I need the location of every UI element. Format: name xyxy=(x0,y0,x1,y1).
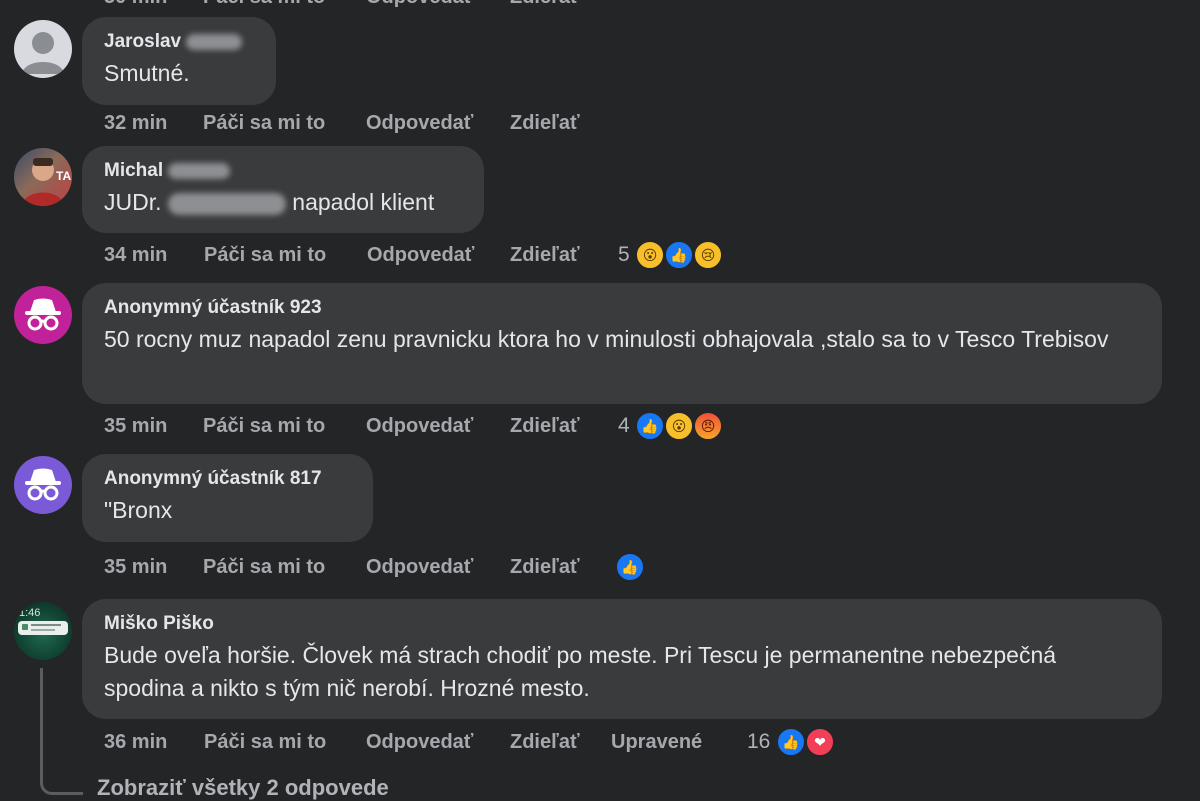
previous-share-button[interactable]: Zdieľať xyxy=(510,0,580,9)
like-reaction-icon[interactable]: 👍 xyxy=(664,240,694,270)
reaction-count[interactable]: 16 xyxy=(747,727,770,757)
avatar-time-text: 1:46 xyxy=(19,607,40,619)
reaction-count[interactable]: 5 xyxy=(618,240,630,270)
phone-screenshot-icon: 1:46 xyxy=(18,607,68,635)
like-reaction-icon[interactable]: 👍 xyxy=(615,552,645,582)
like-reaction-icon[interactable]: 👍 xyxy=(776,727,806,757)
comment-bubble: Michal JUDr. napadol klient xyxy=(82,146,484,233)
profile-photo-icon: TA xyxy=(22,158,71,206)
comment-bubble: Anonymný účastník 923 50 rocny muz napad… xyxy=(82,283,1162,404)
share-button[interactable]: Zdieľať xyxy=(510,727,580,757)
comment-text: JUDr. napadol klient xyxy=(104,186,462,219)
edited-label[interactable]: Upravené xyxy=(611,727,702,757)
redacted-surname xyxy=(186,33,243,50)
like-button[interactable]: Páči sa mi to xyxy=(204,240,326,270)
love-reaction-icon[interactable]: ❤ xyxy=(805,727,835,757)
reaction-count[interactable]: 4 xyxy=(618,411,630,441)
reply-button[interactable]: Odpovedať xyxy=(366,727,473,757)
view-all-replies-link[interactable]: Zobraziť všetky 2 odpovede xyxy=(97,775,389,801)
comment-text: 50 rocny muz napadol zenu pravnicku ktor… xyxy=(104,326,1109,352)
comment-time[interactable]: 34 min xyxy=(104,240,167,270)
svg-text:TA: TA xyxy=(56,169,71,183)
comment-time[interactable]: 35 min xyxy=(104,411,167,441)
incognito-icon xyxy=(25,298,61,331)
incognito-icon xyxy=(25,468,61,501)
comment-text: Smutné. xyxy=(104,60,190,86)
sad-reaction-icon[interactable]: 😢 xyxy=(693,240,723,270)
anonymous-avatar[interactable] xyxy=(14,456,72,514)
avatar-photo[interactable]: 1:46 xyxy=(14,602,72,660)
reply-button[interactable]: Odpovedať xyxy=(367,240,474,270)
previous-time: 30 min xyxy=(104,0,167,9)
share-button[interactable]: Zdieľať xyxy=(510,552,580,582)
redacted-name xyxy=(167,192,286,215)
reply-button[interactable]: Odpovedať xyxy=(366,411,473,441)
share-button[interactable]: Zdieľať xyxy=(510,411,580,441)
person-silhouette-icon xyxy=(22,32,64,74)
comment-text: Bude oveľa horšie. Človek má strach chod… xyxy=(104,642,1057,701)
comment-author[interactable]: Miško Piško xyxy=(104,613,1140,635)
author-first-name: Michal xyxy=(104,160,164,181)
share-button[interactable]: Zdieľať xyxy=(510,108,580,138)
reply-button[interactable]: Odpovedať xyxy=(366,108,473,138)
avatar-photo[interactable]: TA xyxy=(14,148,72,206)
comment-time[interactable]: 36 min xyxy=(104,727,167,757)
reply-button[interactable]: Odpovedať xyxy=(366,552,473,582)
anonymous-avatar[interactable] xyxy=(14,286,72,344)
wow-reaction-icon[interactable]: 😮 xyxy=(635,240,665,270)
wow-reaction-icon[interactable]: 😮 xyxy=(664,411,694,441)
comment-bubble: Anonymný účastník 817 "Bronx xyxy=(82,454,373,542)
like-button[interactable]: Páči sa mi to xyxy=(203,108,325,138)
comment-time[interactable]: 35 min xyxy=(104,552,167,582)
comment-text: "Bronx xyxy=(104,497,173,523)
text-suffix: napadol klient xyxy=(292,189,435,215)
like-button[interactable]: Páči sa mi to xyxy=(204,727,326,757)
like-button[interactable]: Páči sa mi to xyxy=(203,552,325,582)
like-reaction-icon[interactable]: 👍 xyxy=(635,411,665,441)
like-button[interactable]: Páči sa mi to xyxy=(203,411,325,441)
thread-connector-line xyxy=(40,668,83,795)
author-first-name: Jaroslav xyxy=(104,31,182,52)
comment-author[interactable]: Michal xyxy=(104,160,462,182)
redacted-surname xyxy=(168,162,231,179)
previous-reply-button[interactable]: Odpovedať xyxy=(366,0,473,9)
angry-reaction-icon[interactable]: 😠 xyxy=(693,411,723,441)
comment-bubble: Miško Piško Bude oveľa horšie. Človek má… xyxy=(82,599,1162,719)
comment-author[interactable]: Anonymný účastník 817 xyxy=(104,468,351,490)
avatar-default-icon[interactable] xyxy=(14,20,72,78)
share-button[interactable]: Zdieľať xyxy=(510,240,580,270)
comment-time[interactable]: 32 min xyxy=(104,108,167,138)
comment-bubble: Jaroslav Smutné. xyxy=(82,17,276,105)
comment-author[interactable]: Jaroslav xyxy=(104,31,254,53)
previous-like-button[interactable]: Páči sa mi to xyxy=(203,0,325,9)
text-prefix: JUDr. xyxy=(104,189,162,215)
comment-author[interactable]: Anonymný účastník 923 xyxy=(104,297,1140,319)
